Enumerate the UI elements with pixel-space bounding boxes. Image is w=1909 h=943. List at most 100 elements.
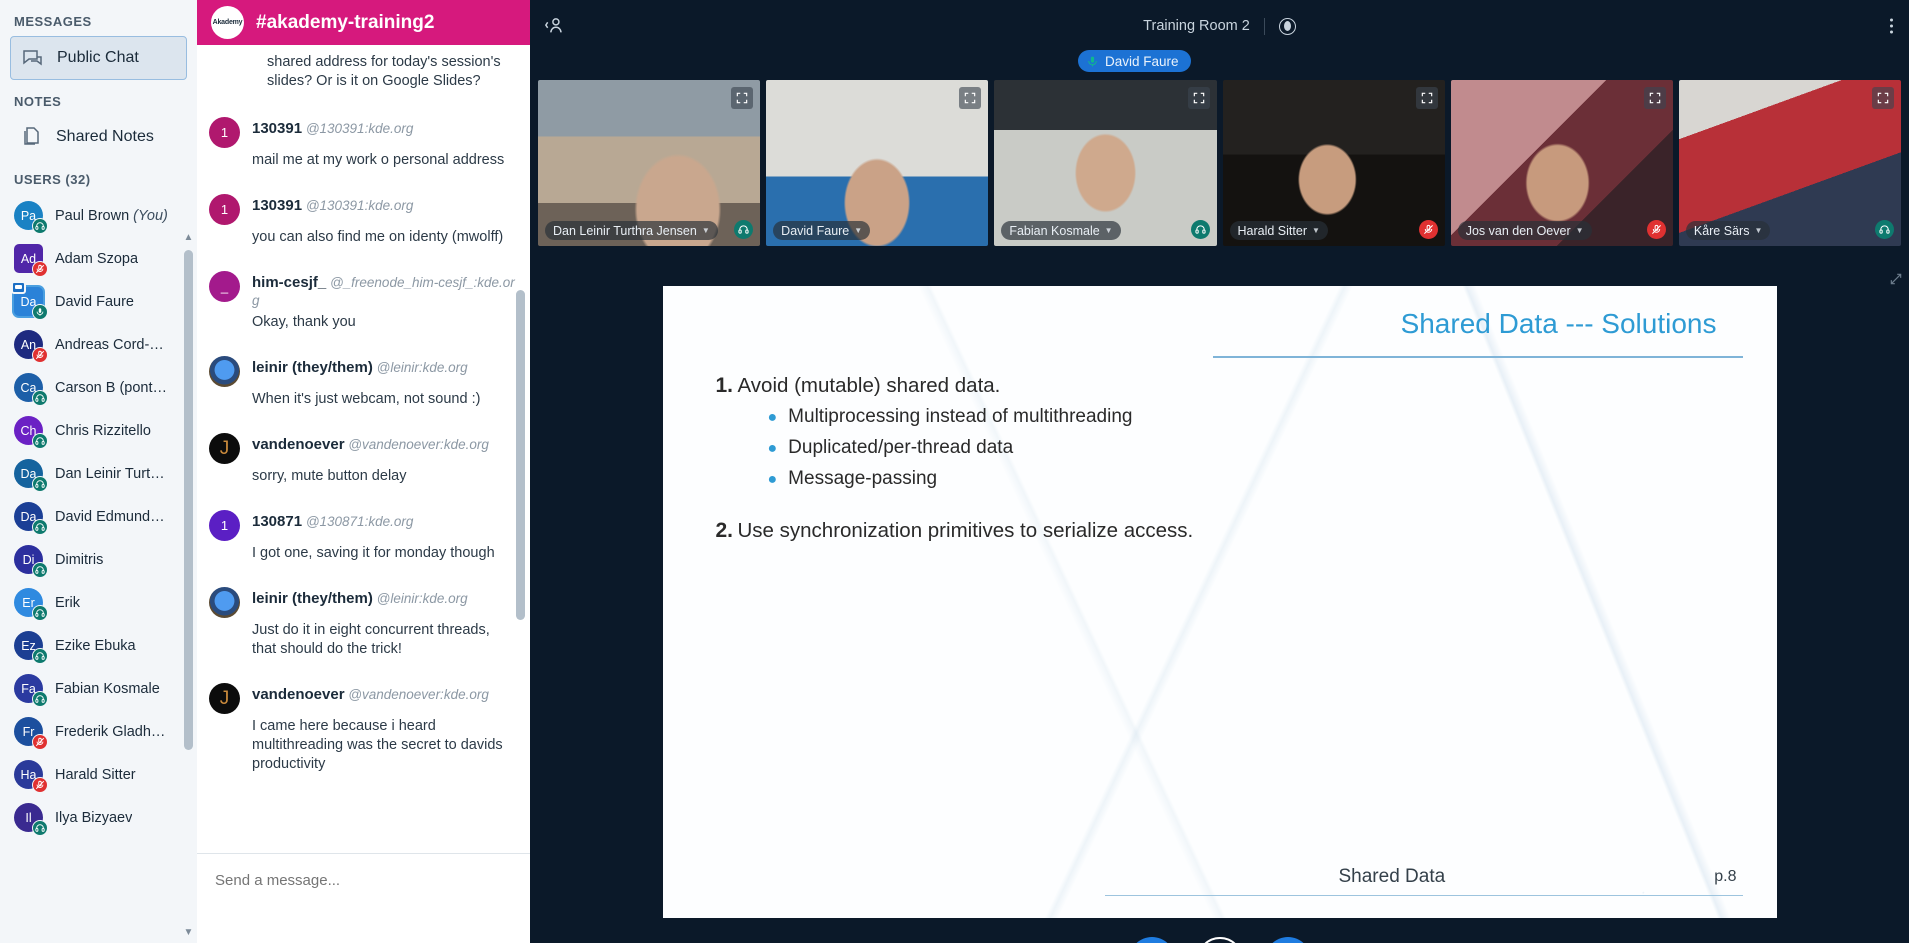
tile-name-label[interactable]: Kåre Särs ▼	[1685, 221, 1771, 240]
slide-sub-item-text: Message-passing	[788, 468, 938, 489]
expand-tile-icon[interactable]	[1872, 87, 1895, 109]
chat-header: Akademy #akademy-training2	[197, 0, 530, 45]
tile-name-label[interactable]: Jos van den Oever ▼	[1457, 221, 1592, 240]
user-list-item[interactable]: An Andreas Cord-Land…	[0, 323, 183, 366]
headset-icon	[32, 390, 48, 406]
user-name: Chris Rizzitello	[55, 422, 151, 439]
users-scrollbar[interactable]: ▲ ▼	[182, 232, 195, 941]
chat-message: leinir (they/them) @leinir:kde.org	[209, 575, 518, 618]
messages-section-title: MESSAGES	[14, 14, 92, 29]
chat-scrollbar[interactable]	[514, 80, 527, 849]
video-tile[interactable]: Jos van den Oever ▼	[1450, 80, 1673, 246]
slide-item-1-text: Avoid (mutable) shared data.	[737, 374, 1001, 397]
video-tile[interactable]: Fabian Kosmale ▼	[994, 80, 1217, 246]
message-header: him-cesjf_ @_freenode_him-cesjf_:kde.org	[252, 271, 518, 310]
avatar: Pa	[14, 201, 48, 234]
user-list-item[interactable]: Ez Ezike Ebuka	[0, 624, 183, 667]
sidebar-item-shared-notes[interactable]: Shared Notes	[10, 116, 187, 158]
tile-name-label[interactable]: Harald Sitter ▼	[1229, 221, 1328, 240]
user-name: David Faure	[55, 293, 134, 310]
tile-name-label[interactable]: David Faure ▼	[773, 221, 871, 240]
chat-scrollbar-track[interactable]	[516, 80, 525, 849]
users-section-title: USERS (32)	[14, 172, 91, 187]
tile-name-label[interactable]: Dan Leinir Turthra Jensen ▼	[545, 221, 718, 240]
user-list-item[interactable]: Ca Carson B (pontaoski)	[0, 366, 183, 409]
user-name: Dimitris	[55, 551, 104, 568]
slide-item-2-text: Use synchronization primitives to serial…	[737, 519, 1194, 542]
room-title: Training Room 2	[1143, 18, 1250, 34]
avatar: Da	[14, 459, 48, 492]
bullet-icon: ●	[767, 409, 778, 426]
video-tile[interactable]: Kåre Särs ▼	[1678, 80, 1902, 246]
user-list-item[interactable]: Fr Frederik Gladhorn	[0, 710, 183, 753]
scrollbar-thumb[interactable]	[184, 250, 193, 750]
toggle-user-list-button[interactable]	[544, 15, 566, 37]
tile-participant-name: Dan Leinir Turthra Jensen	[553, 223, 697, 238]
user-name: Carson B (pontaoski)	[55, 379, 169, 396]
lock-settings-button[interactable]	[1264, 937, 1311, 943]
chat-scrollbar-thumb[interactable]	[516, 290, 525, 620]
message-avatar: 1	[209, 510, 240, 541]
record-button[interactable]	[1278, 17, 1296, 35]
chat-message-list[interactable]: shared address for today's session's sli…	[197, 45, 530, 853]
presentation-slide[interactable]: Shared Data --- Solutions 1. Avoid (mutab…	[662, 286, 1777, 918]
bullet-icon: ●	[767, 471, 778, 488]
message-handle: @leinir:kde.org	[372, 591, 468, 606]
chat-message: 1 130871 @130871:kde.org	[209, 498, 518, 541]
room-title-group: Training Room 2	[1143, 17, 1296, 35]
notes-section-title: NOTES	[14, 94, 62, 109]
scroll-up-icon[interactable]: ▲	[184, 232, 194, 246]
user-list-item[interactable]: Er Erik	[0, 581, 183, 624]
expand-tile-icon[interactable]	[1187, 87, 1210, 109]
logo-text: Akademy	[212, 19, 243, 26]
you-marker: (You)	[129, 207, 168, 224]
user-list-item[interactable]: Ad Adam Szopa	[0, 237, 183, 280]
slide-resize-handle[interactable]	[1889, 272, 1903, 286]
video-tile[interactable]: Dan Leinir Turthra Jensen ▼	[538, 80, 761, 246]
scroll-down-icon[interactable]: ▼	[184, 927, 194, 941]
user-list-item[interactable]: Da David Edmundson	[0, 495, 183, 538]
sidebar-item-public-chat[interactable]: Public Chat	[10, 36, 187, 80]
headset-icon	[32, 562, 48, 578]
slide-page-number: p.8	[1714, 868, 1737, 885]
chat-message: Jvandenoever @vandenoever:kde.org	[209, 671, 518, 714]
user-list-item[interactable]: Ha Harald Sitter	[0, 753, 183, 796]
message-header: 130871 @130871:kde.org	[252, 510, 518, 541]
user-list-item[interactable]: Da Dan Leinir Turthra …	[0, 452, 183, 495]
message-sender: leinir (they/them)	[252, 359, 373, 376]
user-list-item[interactable]: Di Dimitris	[0, 538, 183, 581]
video-toggle-button[interactable]	[1196, 937, 1243, 943]
expand-tile-icon[interactable]	[1643, 87, 1666, 109]
avatar: Il	[14, 803, 48, 836]
user-list-item[interactable]: Il Ilya Bizyaev	[0, 796, 183, 839]
message-handle: @130391:kde.org	[302, 121, 414, 136]
message-avatar: _	[209, 271, 240, 302]
message-avatar: 1	[209, 194, 240, 225]
avatar: Di	[14, 545, 48, 578]
message-sender: 130871	[252, 513, 303, 530]
user-list-item[interactable]: Ch Chris Rizzitello	[0, 409, 183, 452]
video-tile[interactable]: Harald Sitter ▼	[1222, 80, 1445, 246]
stage-topbar: Training Room 2	[530, 0, 1909, 52]
expand-tile-icon[interactable]	[959, 87, 982, 109]
user-list-item[interactable]: Da David Faure	[0, 280, 183, 323]
tile-participant-name: Fabian Kosmale	[1009, 223, 1100, 238]
user-list-item[interactable]: Fa Fabian Kosmale	[0, 667, 183, 710]
documents-icon	[20, 125, 44, 149]
message-body: When it's just webcam, not sound :)	[252, 391, 481, 407]
expand-tile-icon[interactable]	[1415, 87, 1438, 109]
audio-toggle-button[interactable]	[1128, 937, 1175, 943]
chat-bubbles-icon	[21, 46, 45, 70]
message-avatar: J	[209, 683, 240, 714]
avatar: Er	[14, 588, 48, 621]
expand-tile-icon[interactable]	[731, 87, 754, 109]
scrollbar-track[interactable]	[184, 246, 193, 927]
user-list-item[interactable]: Pa Paul Brown (You)	[0, 194, 183, 237]
tile-name-label[interactable]: Fabian Kosmale ▼	[1001, 221, 1121, 240]
akademy-logo-icon: Akademy	[211, 6, 244, 39]
video-tile[interactable]: David Faure ▼	[766, 80, 989, 246]
chat-message: 1 130391 @130391:kde.org	[209, 182, 518, 225]
chat-message-input[interactable]	[215, 872, 512, 889]
avatar: Ha	[14, 760, 48, 793]
stage-options-menu-icon[interactable]	[1890, 18, 1893, 34]
